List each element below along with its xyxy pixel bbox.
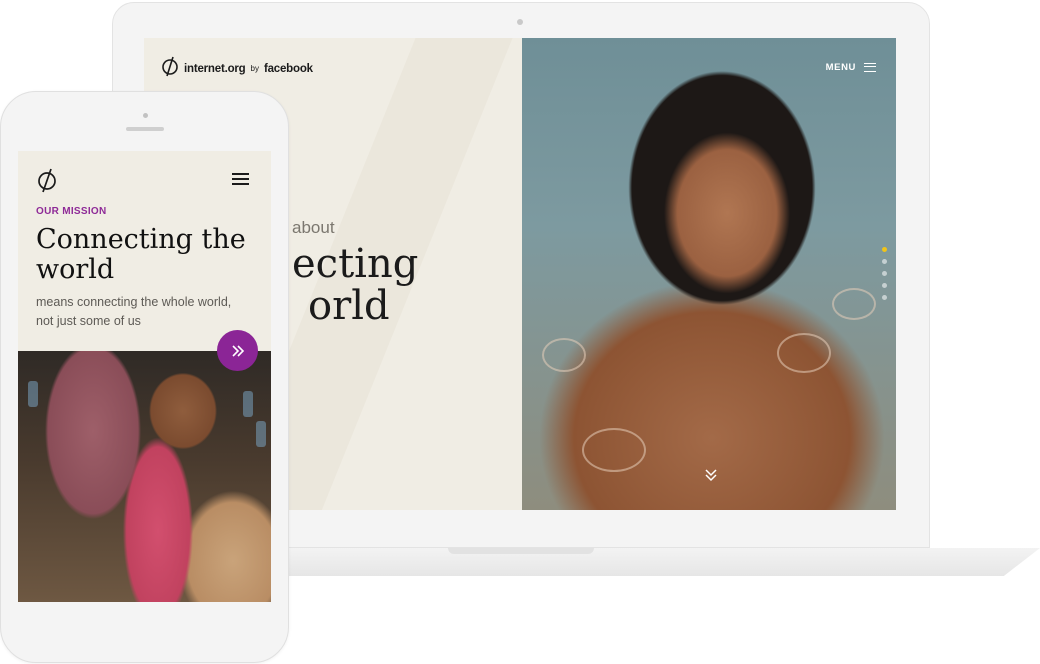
- phone-speaker: [126, 127, 164, 131]
- internet-org-logo-icon: [160, 55, 180, 82]
- logo-partner-text: facebook: [263, 62, 313, 75]
- background-shelf-item: [256, 421, 266, 447]
- hero-eyebrow: about: [292, 218, 335, 237]
- slide-dot-2[interactable]: [882, 259, 887, 264]
- shawl-embroidery: [582, 428, 646, 472]
- slide-dot-1[interactable]: [882, 247, 887, 252]
- slide-pagination: [882, 247, 887, 300]
- mission-subtitle: means connecting the whole world, not ju…: [36, 295, 232, 328]
- menu-label: MENU: [825, 62, 856, 73]
- slide-dot-5[interactable]: [882, 295, 887, 300]
- background-shelf-item: [28, 381, 38, 407]
- mission-eyebrow: OUR MISSION: [36, 206, 107, 217]
- double-chevron-right-icon: [231, 342, 245, 359]
- slide-dot-3[interactable]: [882, 271, 887, 276]
- menu-button[interactable]: MENU: [826, 62, 876, 73]
- chevron-double-down-icon[interactable]: [705, 468, 717, 484]
- next-button[interactable]: [217, 330, 258, 371]
- mission-title: Connecting the world: [36, 224, 246, 285]
- logo-brand-text: internet.org: [184, 62, 246, 75]
- menu-icon: [864, 63, 876, 72]
- logo-by-text: by: [250, 64, 259, 73]
- background-shelf-item: [243, 391, 253, 417]
- site-logo[interactable]: internet.org by facebook: [160, 55, 313, 82]
- phone-camera: [143, 113, 148, 118]
- hero-photo-woman: MENU: [522, 38, 896, 510]
- phone-screen: OUR MISSION Connecting the world means c…: [18, 151, 271, 602]
- slide-dot-4[interactable]: [882, 283, 887, 288]
- internet-org-logo-icon[interactable]: [36, 167, 58, 198]
- laptop-camera: [517, 19, 523, 25]
- shawl-embroidery: [777, 333, 831, 373]
- laptop-notch: [448, 548, 594, 554]
- shawl-embroidery: [542, 338, 586, 372]
- shawl-embroidery: [832, 288, 876, 320]
- hamburger-icon[interactable]: [232, 173, 249, 185]
- phone-photo-girls: [18, 351, 271, 602]
